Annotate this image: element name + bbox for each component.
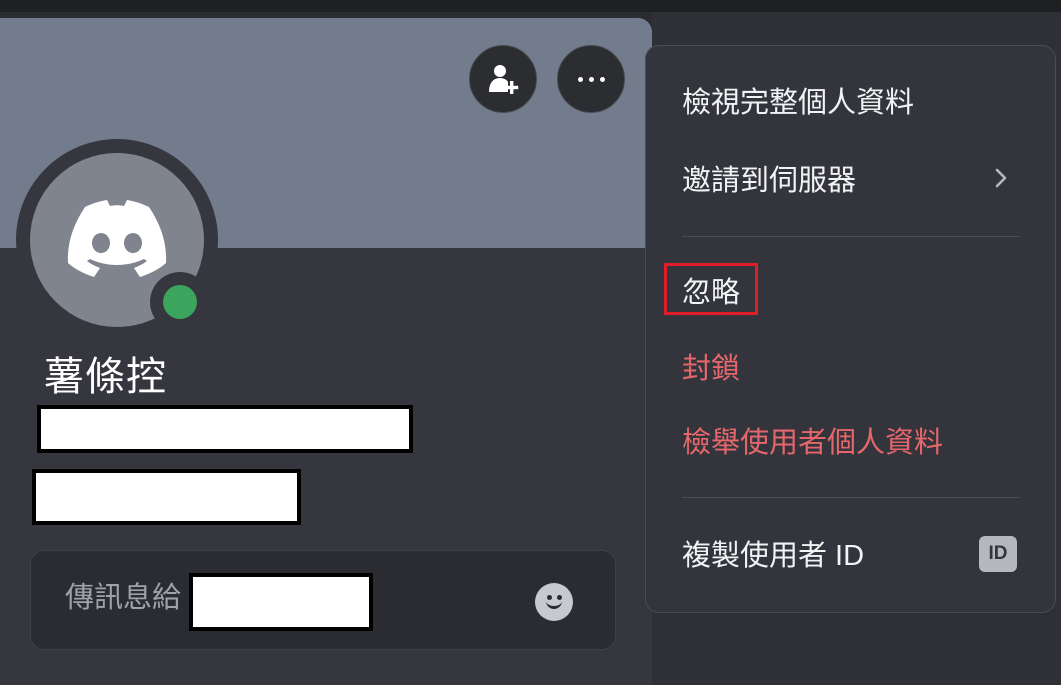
profile-card: 薯條控 傳訊息給 — [0, 18, 652, 685]
more-options-button[interactable] — [557, 45, 625, 113]
redacted-username — [37, 405, 413, 453]
add-friend-button[interactable] — [469, 45, 537, 113]
menu-item-block[interactable]: 封鎖 — [682, 336, 1022, 396]
menu-item-copy-user-id[interactable]: 複製使用者 ID — [682, 523, 1022, 583]
emoji-icon[interactable] — [535, 583, 573, 621]
message-placeholder: 傳訊息給 — [65, 582, 182, 614]
chevron-right-icon — [995, 168, 1007, 188]
menu-divider — [682, 236, 1020, 237]
user-context-menu: 檢視完整個人資料 邀請到伺服器 忽略 封鎖 檢舉使用者個人資料 複製使用者 ID… — [645, 45, 1056, 613]
menu-item-view-profile[interactable]: 檢視完整個人資料 — [682, 70, 1022, 130]
message-input[interactable]: 傳訊息給 — [30, 550, 616, 650]
redacted-info — [32, 469, 301, 525]
redacted-recipient-name — [189, 573, 373, 631]
menu-divider — [682, 497, 1020, 498]
online-status-dot — [163, 285, 197, 319]
avatar-frame — [16, 139, 218, 341]
discord-logo-icon — [67, 200, 167, 277]
menu-item-invite-to-server[interactable]: 邀請到伺服器 — [682, 148, 1022, 208]
display-name: 薯條控 — [44, 355, 167, 399]
id-icon: ID — [979, 536, 1017, 572]
more-icon — [577, 76, 605, 82]
status-indicator — [150, 272, 210, 332]
menu-item-report-profile[interactable]: 檢舉使用者個人資料 — [682, 410, 1022, 470]
add-friend-icon — [489, 65, 519, 94]
menu-item-ignore[interactable]: 忽略 — [682, 260, 1022, 320]
top-bar — [0, 0, 1061, 12]
